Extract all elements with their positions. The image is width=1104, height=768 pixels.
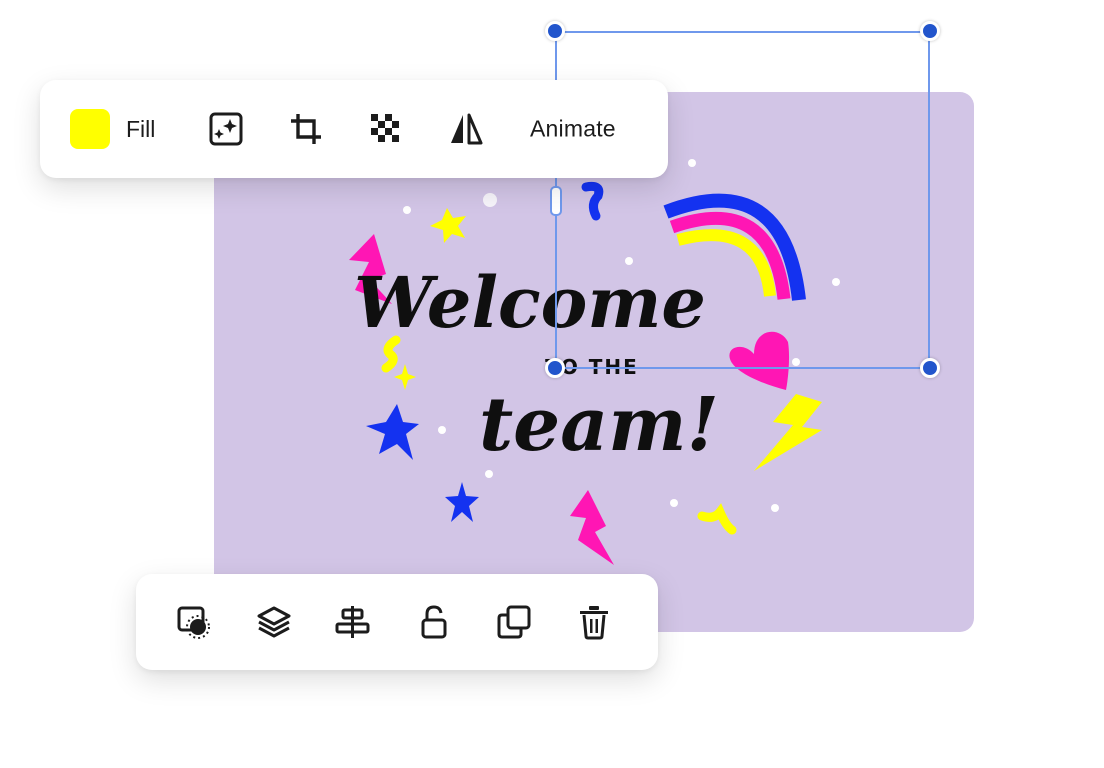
animate-label: Animate [530,115,616,142]
selection-handle-top-right[interactable] [920,21,940,41]
team-text: team! [479,382,719,468]
delete-button[interactable] [576,604,612,640]
selection-handle-left[interactable] [550,186,562,216]
welcome-text: Welcome [354,261,706,344]
crop-icon [291,114,321,144]
trash-icon [580,606,608,640]
flip-button[interactable] [448,111,484,147]
duplicate-icon [497,605,531,639]
align-icon [335,606,370,638]
image-effects-button[interactable] [208,111,244,147]
flip-icon [451,113,483,145]
transparency-icon [371,114,399,142]
remove-background-icon [177,606,210,639]
transparency-button[interactable] [368,111,404,147]
layers-button[interactable] [256,604,292,640]
lock-icon [421,605,447,639]
fill-color-swatch [70,109,110,149]
selection-handle-top-left[interactable] [545,21,565,41]
crop-button[interactable] [288,111,324,147]
arrange-toolbar [136,574,658,670]
yellow-squiggle-left [381,335,401,373]
selection-handle-bottom-left[interactable] [545,358,565,378]
image-effects-icon [209,112,243,146]
animate-button[interactable]: Animate [530,116,616,143]
fill-label: Fill [126,115,156,142]
selection-handle-bottom-right[interactable] [920,358,940,378]
fill-button[interactable]: Fill [70,109,155,149]
element-toolbar: Fill Animate [40,80,668,178]
lock-button[interactable] [416,604,452,640]
remove-background-button[interactable] [176,604,212,640]
layers-icon [257,606,291,638]
align-button[interactable] [334,604,370,640]
duplicate-button[interactable] [496,604,532,640]
